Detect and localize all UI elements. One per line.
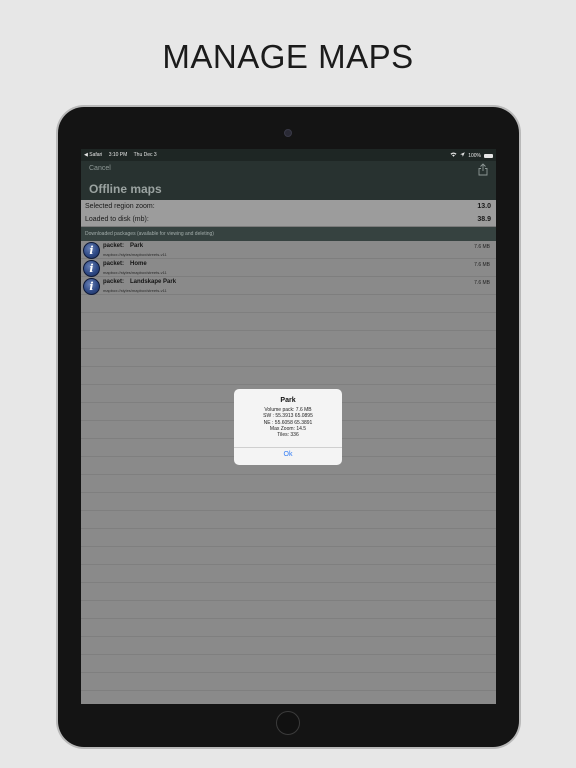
camera-icon	[284, 129, 292, 137]
package-size: 7.6 MB	[474, 280, 490, 286]
cancel-button[interactable]: Cancel	[89, 165, 111, 172]
battery-percent: 100%	[468, 152, 481, 159]
section-header: Downloaded packages (available for viewi…	[81, 227, 496, 241]
package-row[interactable]: i packet: Home mapbox://styles/mapbox/str…	[81, 259, 496, 277]
package-url: mapbox://styles/mapbox/streets-v11	[103, 270, 167, 275]
status-time: 3:10 PM	[108, 152, 128, 158]
location-icon	[460, 152, 466, 159]
info-icon[interactable]: i	[83, 242, 100, 259]
info-icon[interactable]: i	[83, 260, 100, 277]
status-bar: ◀ Safari 3:10 PM Thu Dec 3 100%	[81, 149, 496, 161]
package-keyword: packet:	[103, 261, 125, 267]
package-size: 7.6 MB	[474, 244, 490, 250]
package-name: Home	[130, 261, 147, 267]
battery-icon	[484, 153, 493, 158]
info-icon[interactable]: i	[83, 278, 100, 295]
zoom-label: Selected region zoom:	[85, 203, 155, 210]
package-url: mapbox://styles/mapbox/streets-v11	[103, 288, 167, 293]
page-title: Offline maps	[89, 182, 162, 196]
device-screen: ◀ Safari 3:10 PM Thu Dec 3 100% Cancel O…	[81, 149, 496, 704]
page-headline: MANAGE MAPS	[162, 38, 414, 75]
zoom-value: 13.0	[477, 203, 491, 210]
package-row[interactable]: i packet: Park mapbox://styles/mapbox/str…	[81, 241, 496, 259]
package-name: Park	[130, 243, 144, 249]
package-info-alert: Park Volume pack: 7.6 MB SW : 55.3913 65…	[234, 389, 342, 465]
package-url: mapbox://styles/mapbox/streets-v11	[103, 252, 167, 257]
section-header-text: Downloaded packages (available for viewi…	[85, 231, 214, 237]
empty-table-area	[81, 295, 496, 704]
alert-title: Park	[280, 397, 296, 404]
wifi-icon	[450, 152, 457, 159]
alert-divider	[234, 447, 342, 448]
package-row[interactable]: i packet: Landskape Park mapbox://styles/…	[81, 277, 496, 295]
package-size: 7.6 MB	[474, 262, 490, 268]
package-keyword: packet:	[103, 243, 125, 249]
alert-tiles: Tiles: 336	[277, 432, 299, 439]
disk-label: Loaded to disk (mb):	[85, 216, 149, 223]
package-keyword: packet:	[103, 279, 125, 285]
disk-value: 38.9	[477, 216, 491, 223]
package-name: Landskape Park	[130, 279, 177, 285]
share-icon[interactable]	[477, 163, 489, 176]
home-button[interactable]	[276, 711, 300, 735]
navigation-bar: Cancel Offline maps	[81, 161, 496, 200]
status-date: Thu Dec 3	[133, 152, 157, 158]
alert-message: Volume pack: 7.6 MB SW : 55.3913 65.0895…	[234, 407, 342, 438]
ok-button[interactable]: Ok	[234, 451, 342, 458]
back-to-app-link[interactable]: ◀ Safari	[84, 152, 102, 158]
disk-info-row: Loaded to disk (mb): 38.9	[81, 213, 496, 227]
zoom-info-row: Selected region zoom: 13.0	[81, 200, 496, 214]
